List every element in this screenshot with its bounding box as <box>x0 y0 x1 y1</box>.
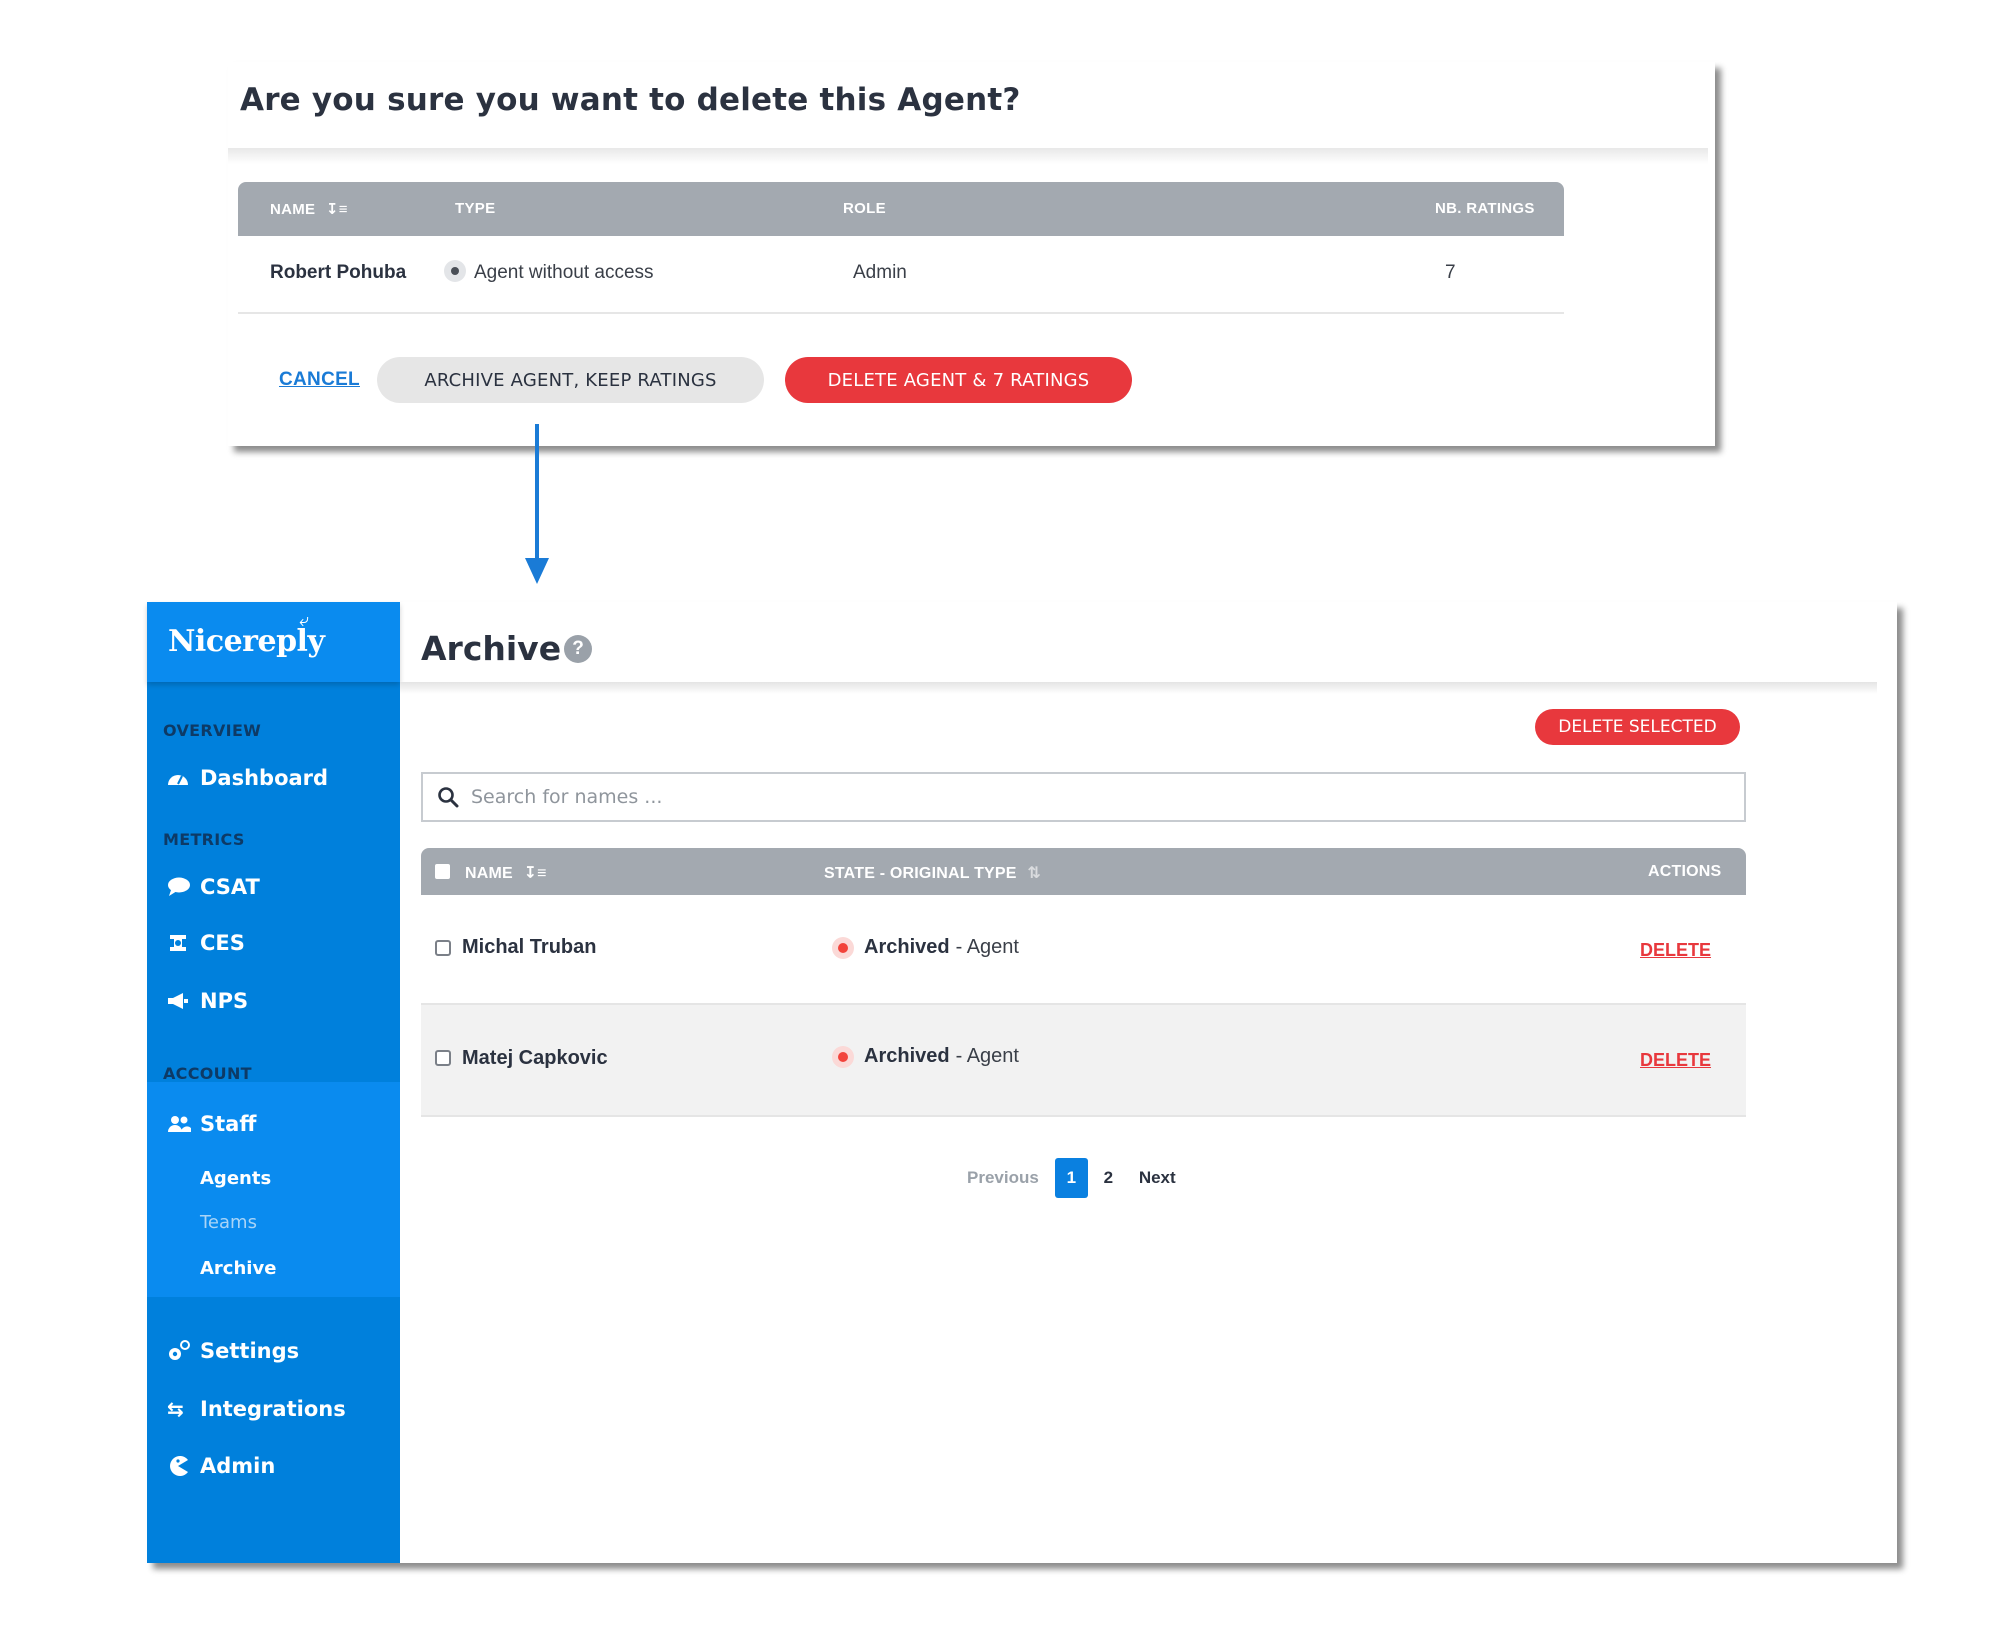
column-ratings: NB. RATINGS <box>1435 200 1535 217</box>
search-box[interactable] <box>421 772 1746 822</box>
sidebar-item-dashboard[interactable]: Dashboard <box>167 766 328 790</box>
delete-selected-button[interactable]: DELETE SELECTED <box>1535 709 1740 745</box>
original-type-label: - Agent <box>955 936 1019 958</box>
previous-page-button[interactable]: Previous <box>967 1168 1039 1188</box>
agent-role: Admin <box>853 262 907 283</box>
dialog-table-header: NAME ↧≡ TYPE ROLE NB. RATINGS <box>238 182 1564 236</box>
sidebar-item-label: CES <box>200 931 245 955</box>
dialog-title: Are you sure you want to delete this Age… <box>240 82 1021 118</box>
gears-icon <box>167 1340 193 1362</box>
search-icon <box>438 787 459 808</box>
archived-status-icon <box>832 1045 854 1068</box>
users-icon <box>167 1114 193 1134</box>
table-row: Michal Truban Archived - Agent DELETE <box>421 895 1746 1005</box>
sidebar-item-ces[interactable]: CES <box>167 931 245 955</box>
state-label: Archived <box>864 936 950 958</box>
reply-arrow-icon: ⤶ <box>299 610 310 630</box>
column-role: ROLE <box>843 200 886 217</box>
original-type-label: - Agent <box>955 1045 1019 1067</box>
state-label: Archived <box>864 1045 950 1067</box>
sidebar: Nicereply ⤶ OVERVIEW Dashboard METRICS C… <box>147 602 400 1563</box>
archive-agent-button[interactable]: ARCHIVE AGENT, KEEP RATINGS <box>377 357 764 403</box>
select-all-checkbox[interactable] <box>435 864 450 879</box>
column-type: TYPE <box>455 200 496 217</box>
row-checkbox[interactable] <box>435 1050 451 1066</box>
megaphone-icon <box>167 991 193 1011</box>
page-2-button[interactable]: 2 <box>1092 1158 1125 1198</box>
column-state-label: STATE - ORIGINAL TYPE <box>824 865 1017 882</box>
sidebar-item-label: Staff <box>200 1112 257 1136</box>
section-overview: OVERVIEW <box>163 721 262 740</box>
column-name[interactable]: NAME ↧≡ <box>270 200 348 218</box>
dialog-table-row: Robert Pohuba Agent without access Admin… <box>238 236 1564 314</box>
row-state: Archived - Agent <box>832 936 1019 959</box>
sidebar-item-csat[interactable]: CSAT <box>167 875 260 899</box>
delete-agent-button[interactable]: DELETE AGENT & 7 RATINGS <box>785 357 1132 403</box>
sidebar-item-admin[interactable]: Admin <box>167 1454 275 1478</box>
ces-icon <box>167 933 193 953</box>
dialog-divider <box>228 148 1708 164</box>
sidebar-item-label: Dashboard <box>200 766 329 790</box>
sidebar-subitem-teams[interactable]: Teams <box>200 1212 257 1233</box>
sidebar-item-label: CSAT <box>200 875 260 899</box>
flow-arrow-line <box>535 424 539 562</box>
sort-alpha-down-icon[interactable]: ↧≡ <box>326 201 348 218</box>
pagination: Previous 1 2 Next <box>967 1158 1176 1198</box>
cancel-button[interactable]: CANCEL <box>279 369 360 391</box>
sort-alpha-down-icon[interactable]: ↧≡ <box>524 865 547 882</box>
column-actions: ACTIONS <box>1648 863 1722 880</box>
sidebar-item-staff[interactable]: Staff <box>167 1112 256 1136</box>
arrow-down-icon <box>525 558 549 584</box>
row-name: Matej Capkovic <box>462 1047 608 1069</box>
column-state[interactable]: STATE - ORIGINAL TYPE ⇅ <box>824 863 1041 883</box>
archived-status-icon <box>832 936 854 959</box>
sidebar-item-nps[interactable]: NPS <box>167 989 248 1013</box>
column-name-label: NAME <box>270 201 316 218</box>
section-account: ACCOUNT <box>163 1064 252 1083</box>
pacman-icon <box>167 1455 193 1477</box>
staff-section: Staff Agents Teams Archive <box>147 1082 400 1297</box>
sidebar-item-label: Admin <box>200 1454 276 1478</box>
row-state: Archived - Agent <box>832 1045 1019 1068</box>
delete-row-link[interactable]: DELETE <box>1640 940 1711 961</box>
sidebar-subitem-archive[interactable]: Archive <box>200 1258 276 1279</box>
arrows-exchange-icon: ⇆ <box>167 1397 184 1421</box>
row-checkbox[interactable] <box>435 940 451 956</box>
sidebar-item-label: Settings <box>200 1339 300 1363</box>
row-name: Michal Truban <box>462 936 597 958</box>
gauge-icon <box>167 770 193 786</box>
agent-type-label: Agent without access <box>474 262 654 284</box>
table-row: Matej Capkovic Archived - Agent DELETE <box>421 1005 1746 1117</box>
section-metrics: METRICS <box>163 830 245 849</box>
next-page-button[interactable]: Next <box>1139 1168 1176 1188</box>
main-header-divider <box>400 682 1877 694</box>
delete-agent-dialog: Are you sure you want to delete this Age… <box>228 62 1715 446</box>
logo-area[interactable]: Nicereply ⤶ <box>147 602 400 682</box>
sidebar-subitem-agents[interactable]: Agents <box>200 1168 271 1189</box>
search-input[interactable] <box>471 786 1671 808</box>
sidebar-item-integrations[interactable]: ⇆ Integrations <box>167 1397 346 1421</box>
sort-icon[interactable]: ⇅ <box>1027 865 1041 882</box>
app-window: Nicereply ⤶ OVERVIEW Dashboard METRICS C… <box>147 602 1897 1563</box>
column-name-label: NAME <box>465 865 513 882</box>
archive-table-header: NAME ↧≡ STATE - ORIGINAL TYPE ⇅ ACTIONS <box>421 848 1746 895</box>
sidebar-item-label: Integrations <box>200 1397 346 1421</box>
type-dot-icon <box>444 260 466 282</box>
agent-name: Robert Pohuba <box>270 262 407 283</box>
agent-ratings: 7 <box>1445 262 1456 283</box>
page-1-button[interactable]: 1 <box>1054 1158 1088 1198</box>
help-icon[interactable]: ? <box>564 635 592 663</box>
sidebar-item-label: NPS <box>200 989 249 1013</box>
sidebar-item-settings[interactable]: Settings <box>167 1339 299 1363</box>
agent-type: Agent without access <box>444 260 654 284</box>
speech-bubble-icon <box>167 877 193 897</box>
page-title: Archive <box>421 629 562 668</box>
column-name[interactable]: NAME ↧≡ <box>465 863 547 883</box>
delete-row-link[interactable]: DELETE <box>1640 1050 1711 1071</box>
